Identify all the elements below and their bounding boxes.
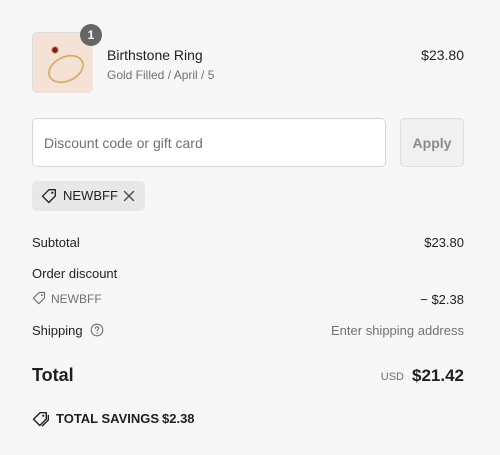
apply-discount-button[interactable]: Apply [400, 118, 464, 167]
total-label: Total [32, 365, 74, 385]
savings-label: TOTAL SAVINGS [56, 411, 160, 426]
applied-discount-chip: NEWBFF [32, 181, 145, 211]
subtotal-label: Subtotal [32, 235, 80, 250]
product-variant: Gold Filled / April / 5 [107, 68, 215, 82]
savings-tag-icon [32, 411, 50, 432]
shipping-value: Enter shipping address [331, 323, 464, 338]
product-name: Birthstone Ring [107, 47, 203, 63]
tag-icon [41, 188, 57, 209]
discount-code-label: NEWBFF [51, 292, 102, 306]
discount-tag-icon [32, 291, 46, 310]
currency-code: USD [380, 371, 404, 383]
total-amount: $21.42 [412, 366, 464, 385]
discount-amount: − $2.38 [420, 292, 464, 307]
remove-discount-icon[interactable] [122, 189, 136, 203]
order-summary: 1 Birthstone Ring Gold Filled / April / … [32, 0, 464, 455]
line-item: 1 Birthstone Ring Gold Filled / April / … [32, 24, 464, 94]
quantity-badge: 1 [80, 24, 102, 46]
discount-code-input[interactable] [32, 118, 386, 167]
applied-code-label: NEWBFF [63, 188, 118, 203]
product-price: $23.80 [421, 47, 464, 63]
shipping-label: Shipping [32, 323, 83, 338]
subtotal-value: $23.80 [424, 235, 464, 250]
help-circle-icon[interactable] [90, 323, 104, 342]
order-discount-label: Order discount [32, 266, 118, 281]
savings-amount: $2.38 [162, 411, 195, 426]
